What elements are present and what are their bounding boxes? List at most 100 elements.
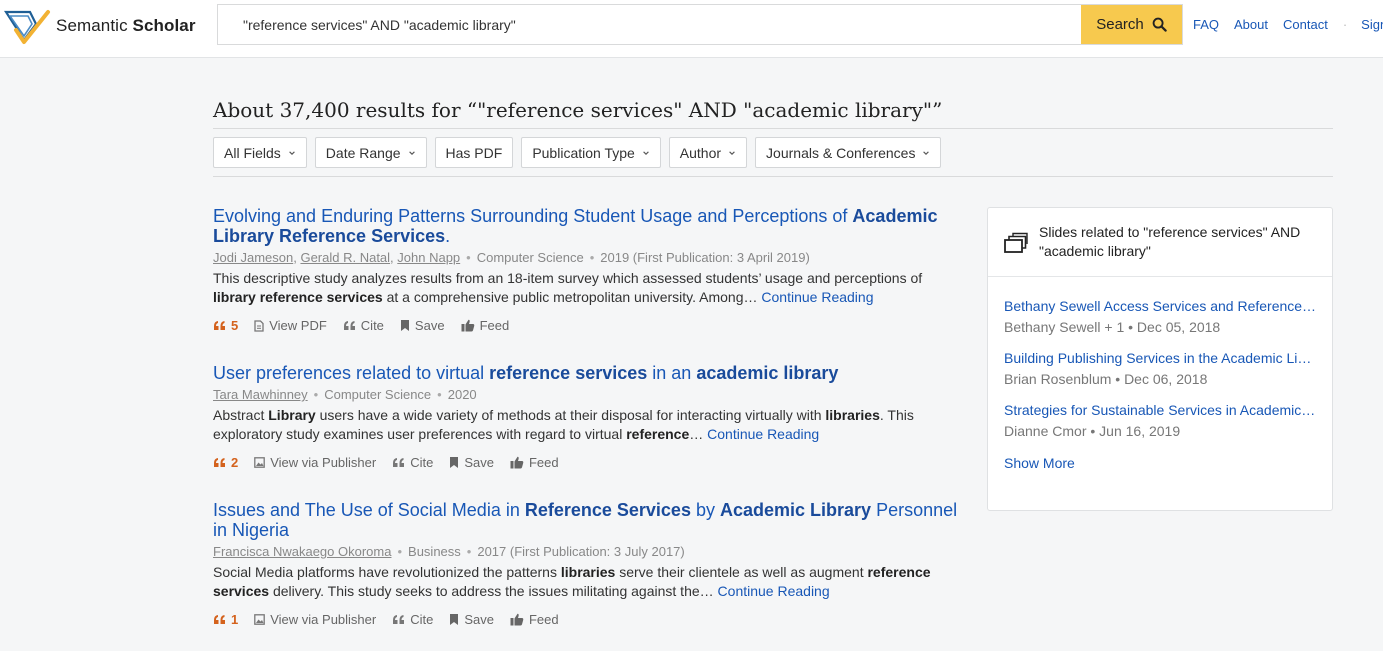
view-pdf-button[interactable]: View PDF [254,318,327,333]
meta-separator: • [313,387,319,402]
save-button[interactable]: Save [449,455,494,470]
result-title-link[interactable]: Issues and The Use of Social Media in Re… [213,500,958,540]
result-meta: Jodi Jameson, Gerald R. Natal, John Napp… [213,250,958,265]
result-title-link[interactable]: Evolving and Enduring Patterns Surroundi… [213,206,958,246]
meta-separator: • [466,544,472,559]
quote-icon [392,614,405,625]
slide-meta: Bethany Sewell + 1 • Dec 05, 2018 [1004,319,1221,335]
bookmark-icon [449,456,459,469]
author-link[interactable]: Francisca Nwakaego Okoroma [213,544,391,559]
logo[interactable]: Semantic Scholar [4,6,196,46]
result-title-link[interactable]: User preferences related to virtual refe… [213,363,958,383]
nav-sign-in[interactable]: Sign In [1361,17,1383,32]
filter-label: Publication Type [532,144,635,161]
continue-reading-link[interactable]: Continue Reading [707,426,819,442]
abstract-text: serve their clientele as well as augment [615,564,868,580]
result-item: User preferences related to virtual refe… [213,363,958,470]
abstract-text: library reference services [213,289,383,305]
search-input[interactable] [218,5,1081,44]
feed-button[interactable]: Feed [461,318,509,333]
author-list: Jodi Jameson, Gerald R. Natal, John Napp [213,250,461,265]
result-title-text: Academic Library [719,500,872,520]
search-button[interactable]: Search [1081,5,1182,44]
filter-has-pdf[interactable]: Has PDF [434,137,514,168]
filter-label: All Fields [224,144,281,161]
citation-count: 2 [231,455,239,470]
result-title-text: in an [647,363,697,383]
search-bar: Search [217,4,1183,45]
result-title-text: reference services [489,363,648,383]
slide-item: Strategies for Sustainable Services in A… [988,402,1332,439]
view-via-publisher-button[interactable]: View via Publisher [254,612,376,627]
quote-icon [343,320,356,331]
author-link[interactable]: Jodi Jameson [213,250,293,265]
nav-about[interactable]: About [1234,17,1268,32]
author-link[interactable]: Gerald R. Natal [300,250,390,265]
result-item: Evolving and Enduring Patterns Surroundi… [213,206,958,333]
abstract-text: This descriptive study analyzes results … [213,270,923,286]
cite-button[interactable]: Cite [392,612,433,627]
result-title-text: by [690,500,720,520]
continue-reading-link[interactable]: Continue Reading [761,289,873,305]
top-header: Semantic Scholar Search FAQ About Contac… [0,0,1383,58]
result-title-text: Evolving and Enduring Patterns Surroundi… [213,206,853,226]
show-more-wrapper: Show More [988,455,1332,473]
filter-date-range[interactable]: Date Range [314,137,427,168]
filter-all-fields[interactable]: All Fields [213,137,307,168]
view-via-publisher-button[interactable]: View via Publisher [254,455,376,470]
filter-bar: All Fields Date Range Has PDF Publicatio… [213,137,942,168]
bookmark-icon [400,319,410,332]
image-icon [254,457,266,468]
action-label: Save [464,612,494,627]
quote-icon [392,457,405,468]
author-link[interactable]: John Napp [397,250,460,265]
slide-meta: Brian Rosenblum • Dec 06, 2018 [1004,371,1208,387]
nav-contact[interactable]: Contact [1283,17,1328,32]
chevron-down-icon [729,150,735,155]
chevron-down-icon [289,150,295,155]
cite-button[interactable]: Cite [343,318,384,333]
citation-quote-icon [213,320,226,331]
slide-link[interactable]: Bethany Sewell Access Services and Refer… [1004,298,1318,314]
field-of-study: Computer Science [324,387,432,402]
action-label: Feed [528,455,559,470]
nav-faq[interactable]: FAQ [1193,17,1219,32]
action-label: View PDF [269,318,327,333]
continue-reading-link[interactable]: Continue Reading [718,583,830,599]
filter-journals-conferences[interactable]: Journals & Conferences [755,137,942,168]
show-more-link[interactable]: Show More [1004,455,1075,471]
feed-button[interactable]: Feed [510,612,559,627]
action-label: Cite [410,612,434,627]
result-title-text: Reference Services [524,500,691,520]
citation-count-button[interactable]: 5 [213,318,238,333]
citation-count-button[interactable]: 2 [213,455,238,470]
meta-separator: • [466,250,471,265]
citation-count-button[interactable]: 1 [213,612,238,627]
abstract-text: users have a wide variety of methods at … [315,407,826,423]
divider [213,128,1333,129]
save-button[interactable]: Save [449,612,494,627]
action-label: Cite [410,455,434,470]
action-label: View via Publisher [270,455,377,470]
search-icon [1152,17,1167,32]
filter-label: Date Range [325,144,401,161]
feed-button[interactable]: Feed [510,455,559,470]
cite-button[interactable]: Cite [392,455,433,470]
filter-author[interactable]: Author [668,137,748,168]
abstract-text: Social Media platforms have revolutioniz… [213,564,561,580]
slides-icon [1004,232,1028,253]
slide-link[interactable]: Strategies for Sustainable Services in A… [1004,402,1318,418]
thumbs-up-icon [510,613,524,626]
chevron-down-icon [923,150,930,155]
result-actions: 2 View via Publisher Cite Save Feed [213,455,958,470]
publication-date: 2017 (First Publication: 3 July 2017) [477,544,685,559]
author-link[interactable]: Tara Mawhinney [213,387,308,402]
filter-publication-type[interactable]: Publication Type [521,137,661,168]
result-item: Issues and The Use of Social Media in Re… [213,500,958,627]
result-abstract: This descriptive study analyzes results … [213,269,958,307]
slide-link[interactable]: Building Publishing Services in the Acad… [1004,350,1318,366]
save-button[interactable]: Save [400,318,445,333]
citation-count: 1 [231,612,239,627]
abstract-text: Library [268,407,316,423]
logo-text: Semantic Scholar [56,16,196,35]
